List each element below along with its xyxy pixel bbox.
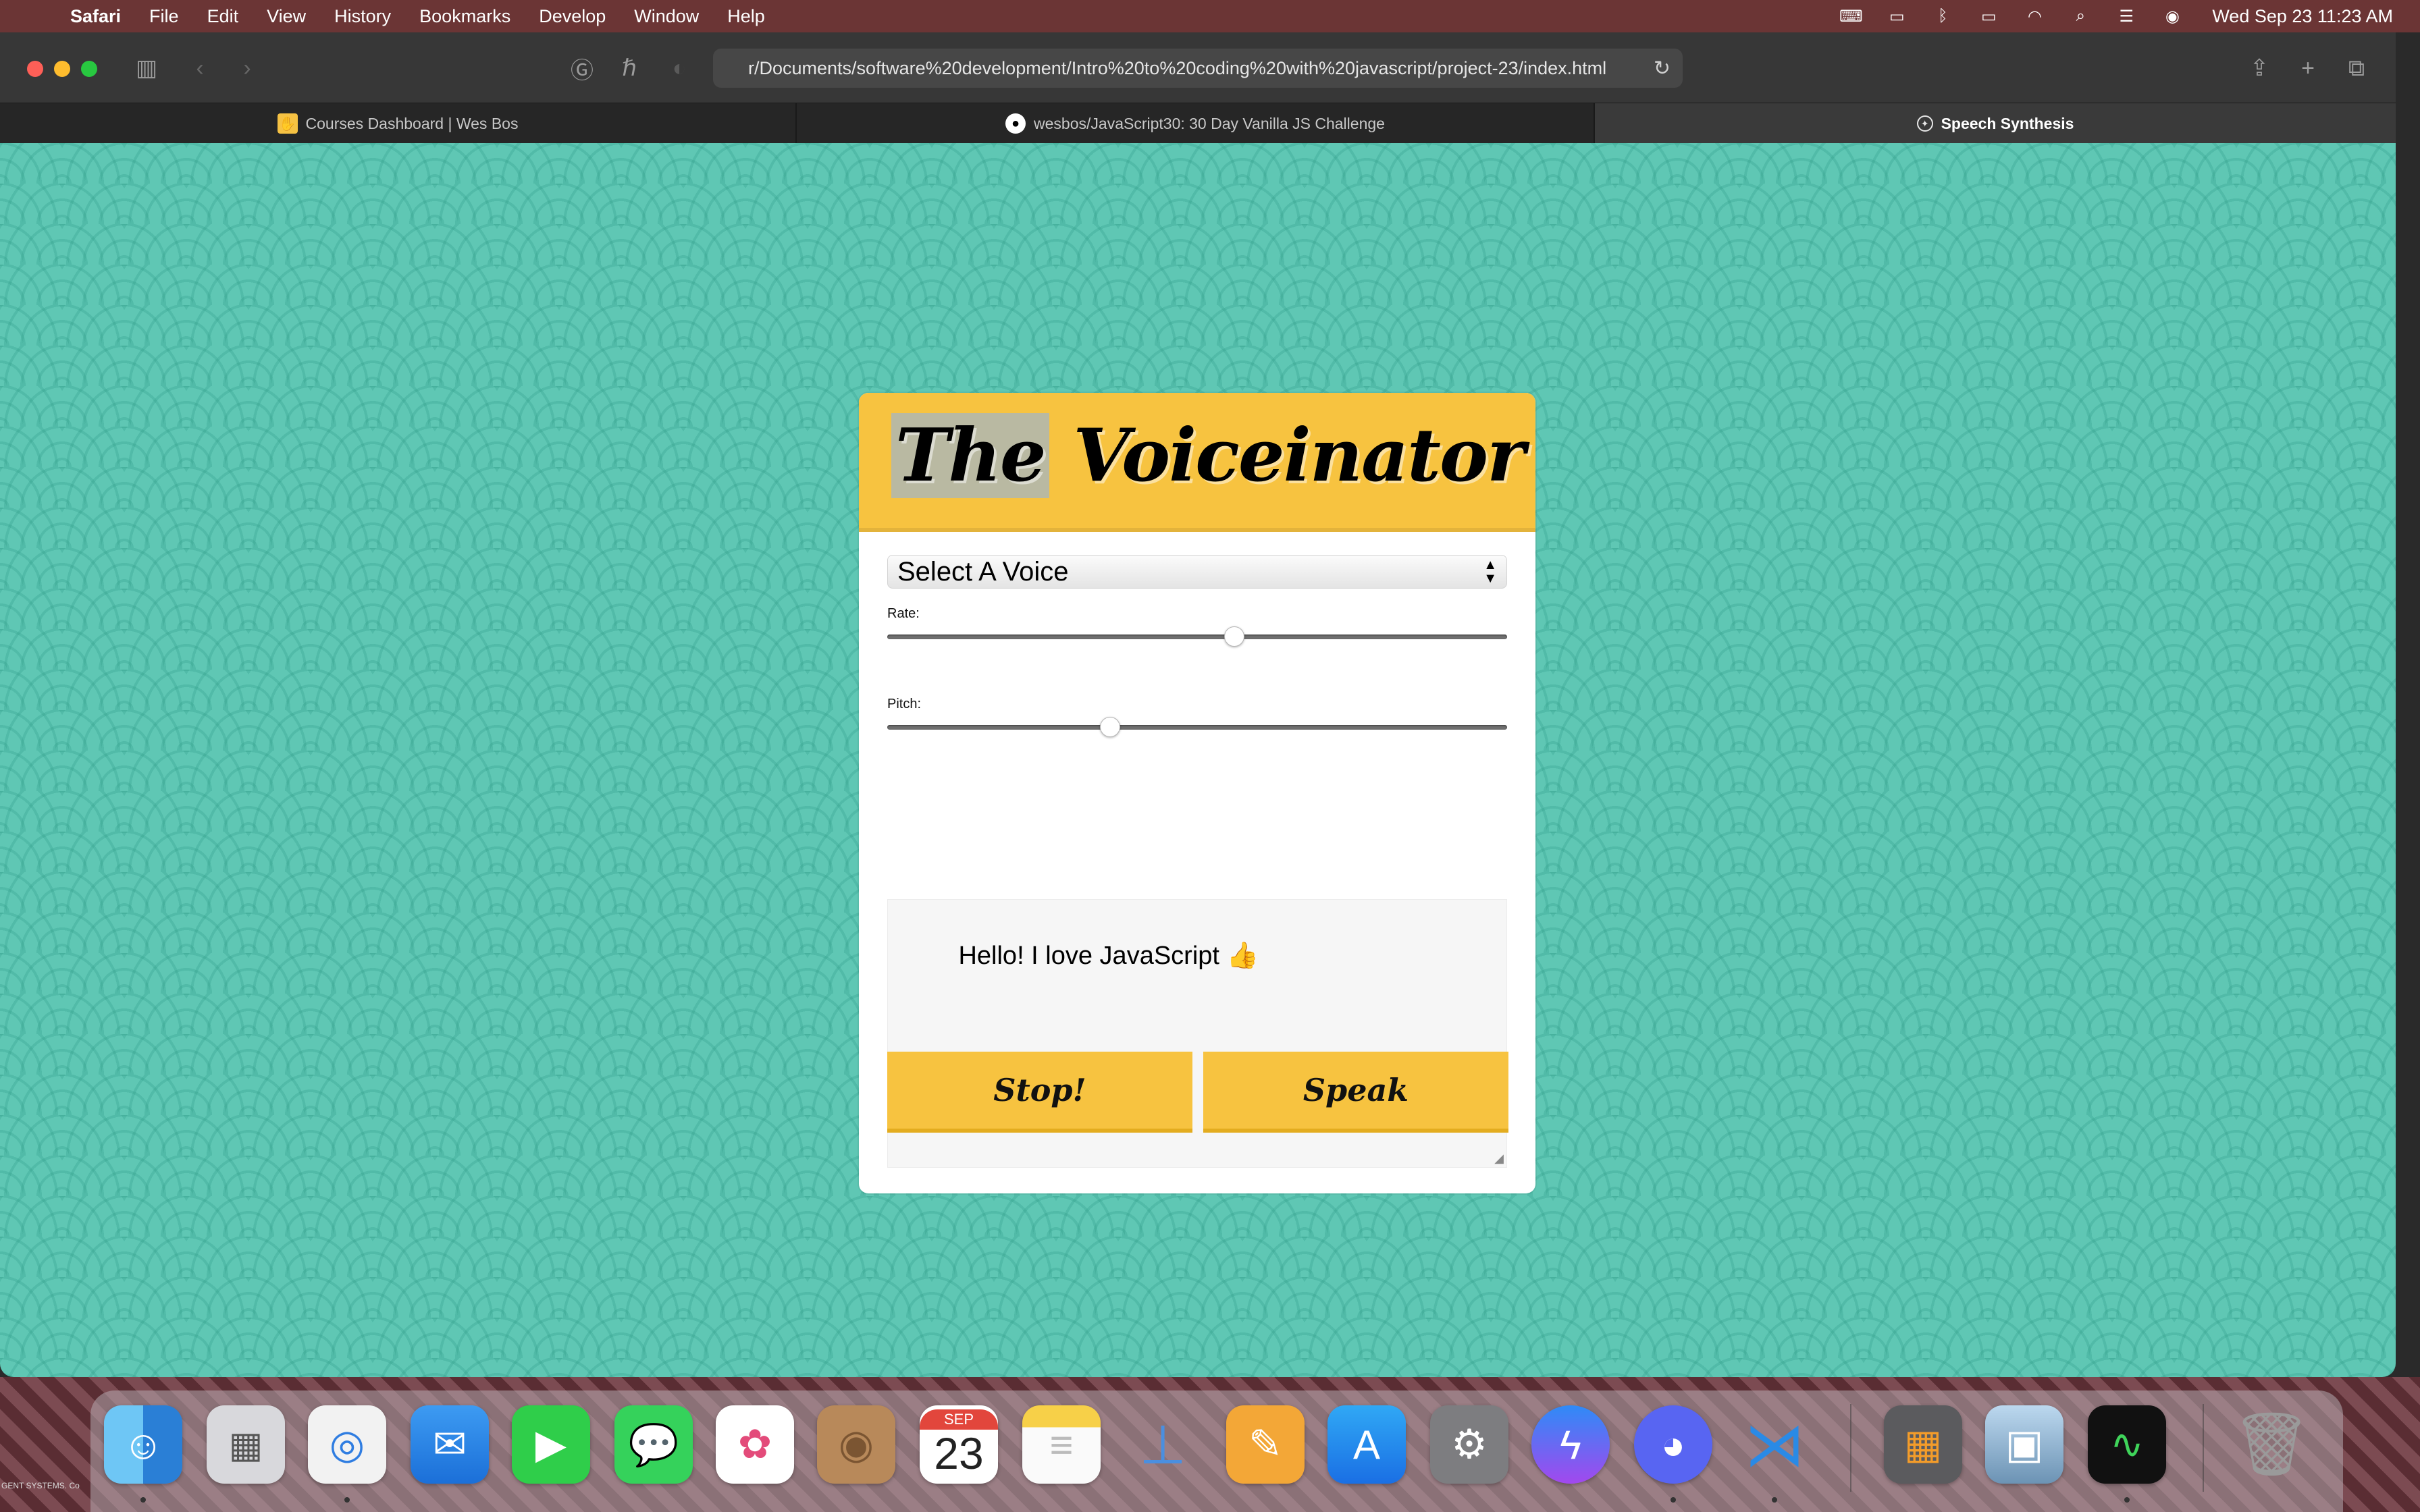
rate-label: Rate: xyxy=(887,606,920,621)
calendar-icon[interactable]: SEP 23 xyxy=(920,1405,998,1484)
menu-window[interactable]: Window xyxy=(634,6,699,27)
safari-icon[interactable]: ◎ xyxy=(308,1405,386,1484)
tab-overview-icon[interactable]: ⧉ xyxy=(2343,53,2370,84)
spotlight-search-icon[interactable]: ⌕ xyxy=(2069,7,2092,25)
tab-title: Courses Dashboard | Wes Bos xyxy=(305,114,519,132)
discord-icon[interactable]: ◕ xyxy=(1634,1405,1712,1484)
voiceinator-header: The Voiceinator 5000 xyxy=(859,393,1535,532)
back-icon[interactable]: ‹ xyxy=(188,53,212,84)
calculator-icon[interactable]: ▦ xyxy=(1884,1405,1962,1484)
activity-monitor-icon[interactable]: ∿ xyxy=(2088,1405,2166,1484)
pitch-slider-thumb[interactable] xyxy=(1100,717,1121,737)
launchpad-icon[interactable]: ▦ xyxy=(207,1405,285,1484)
menu-view[interactable]: View xyxy=(267,6,306,27)
pitch-slider-track xyxy=(887,725,1507,730)
rate-slider-track xyxy=(887,634,1507,639)
app-store-icon[interactable]: A xyxy=(1327,1405,1406,1484)
reload-icon[interactable]: ↻ xyxy=(1654,57,1671,80)
system-preferences-icon[interactable]: ⚙ xyxy=(1430,1405,1508,1484)
voice-select-value: Select A Voice xyxy=(897,556,1069,587)
browser-toolbar: ▥ ‹ › Ⓖ ℏ ◐ r/Documents/software%20devel… xyxy=(0,32,2396,103)
menu-help[interactable]: Help xyxy=(727,6,765,27)
running-indicator xyxy=(1671,1497,1676,1503)
title-rest: Voiceinator 5000 xyxy=(1073,413,1535,498)
dock-separator xyxy=(1850,1404,1851,1492)
menu-edit[interactable]: Edit xyxy=(207,6,239,27)
running-indicator xyxy=(140,1497,146,1503)
forward-icon[interactable]: › xyxy=(235,53,259,84)
pages-icon[interactable]: ✎ xyxy=(1226,1405,1305,1484)
menu-clock[interactable]: Wed Sep 23 11:23 AM xyxy=(2212,6,2393,27)
notes-icon[interactable]: ≡ xyxy=(1022,1405,1101,1484)
running-indicator xyxy=(2124,1497,2130,1503)
menu-app-name[interactable]: Safari xyxy=(70,6,121,27)
vscode-icon[interactable]: ⋊ xyxy=(1735,1405,1814,1484)
tab-title: Speech Synthesis xyxy=(1941,114,2074,132)
resize-grip-icon[interactable]: ◢ xyxy=(1494,1152,1504,1166)
close-window-button[interactable] xyxy=(27,61,43,77)
safari-window: ▥ ‹ › Ⓖ ℏ ◐ r/Documents/software%20devel… xyxy=(0,32,2396,1377)
rate-slider[interactable] xyxy=(887,622,1507,649)
speak-button[interactable]: Speak xyxy=(1203,1052,1508,1133)
address-bar[interactable]: r/Documents/software%20development/Intro… xyxy=(713,49,1683,88)
menu-history[interactable]: History xyxy=(334,6,391,27)
wifi-icon[interactable]: ◠ xyxy=(2023,7,2046,26)
pitch-label: Pitch: xyxy=(887,697,922,711)
tab-title: wesbos/JavaScript30: 30 Day Vanilla JS C… xyxy=(1034,114,1385,132)
siri-icon[interactable]: ◉ xyxy=(2161,7,2184,26)
sidebar-toggle-icon[interactable]: ▥ xyxy=(131,53,162,84)
tab-javascript30[interactable]: ● wesbos/JavaScript30: 30 Day Vanilla JS… xyxy=(797,103,1595,144)
github-icon: ● xyxy=(1005,113,1026,134)
contacts-icon[interactable]: ◉ xyxy=(817,1405,895,1484)
title-highlighted-word: The xyxy=(891,413,1049,498)
finder-icon[interactable]: ☺ xyxy=(104,1405,182,1484)
compass-icon: ✦ xyxy=(1916,115,1933,132)
grammarly-extension-icon[interactable]: Ⓖ xyxy=(569,53,596,84)
dock-separator xyxy=(2203,1404,2204,1492)
minimize-window-button[interactable] xyxy=(54,61,70,77)
wesbos-icon: ✋ xyxy=(277,113,298,134)
honey-extension-icon[interactable]: ℏ xyxy=(616,53,643,84)
fullscreen-window-button[interactable] xyxy=(81,61,97,77)
voice-select[interactable]: Select A Voice ▲ ▼ xyxy=(887,555,1507,589)
tab-courses-dashboard[interactable]: ✋ Courses Dashboard | Wes Bos xyxy=(0,103,797,144)
control-center-icon[interactable]: ☰ xyxy=(2115,7,2138,26)
battery-icon[interactable]: ▭ xyxy=(1977,7,2000,26)
pitch-slider[interactable] xyxy=(887,713,1507,740)
rate-slider-thumb[interactable] xyxy=(1224,626,1245,647)
menu-file[interactable]: File xyxy=(149,6,179,27)
select-arrows-icon: ▲ ▼ xyxy=(1483,558,1497,586)
page-title: The Voiceinator 5000 xyxy=(891,413,1535,498)
screen-mirroring-icon[interactable]: ▭ xyxy=(1885,7,1908,26)
trash-icon[interactable]: 🗑 xyxy=(2232,1405,2311,1484)
messages-icon[interactable]: 💬 xyxy=(614,1405,693,1484)
share-icon[interactable]: ⇪ xyxy=(2246,53,2273,84)
privacy-shield-icon[interactable]: ◐ xyxy=(667,53,691,84)
messenger-icon[interactable]: ϟ xyxy=(1531,1405,1610,1484)
speech-text: Hello! I love JavaScript 👍 xyxy=(958,942,1259,970)
tab-bar: ✋ Courses Dashboard | Wes Bos ● wesbos/J… xyxy=(0,103,2396,144)
running-indicator xyxy=(1772,1497,1777,1503)
keynote-icon[interactable]: ⊥ xyxy=(1124,1405,1202,1484)
preview-icon[interactable]: ▣ xyxy=(1985,1405,2063,1484)
wallpaper-text: GENT SYSTEMS. Co xyxy=(1,1481,80,1490)
menu-develop[interactable]: Develop xyxy=(539,6,606,27)
stop-button[interactable]: Stop! xyxy=(887,1052,1192,1133)
keyboard-icon[interactable]: ⌨ xyxy=(1839,7,1863,26)
photos-icon[interactable]: ✿ xyxy=(716,1405,794,1484)
calendar-day: 23 xyxy=(934,1428,984,1478)
menu-bookmarks[interactable]: Bookmarks xyxy=(419,6,510,27)
bluetooth-icon[interactable]: ᛒ xyxy=(1931,7,1954,25)
menu-bar: Safari File Edit View History Bookmarks … xyxy=(0,0,2420,32)
url-text: r/Documents/software%20development/Intro… xyxy=(748,57,1607,78)
mail-icon[interactable]: ✉ xyxy=(411,1405,489,1484)
calendar-month: SEP xyxy=(920,1409,998,1430)
tab-speech-synthesis[interactable]: ✦ Speech Synthesis xyxy=(1595,103,2396,144)
running-indicator xyxy=(344,1497,350,1503)
facetime-icon[interactable]: ▶ xyxy=(512,1405,590,1484)
new-tab-icon[interactable]: + xyxy=(2294,53,2321,84)
page-content: The Voiceinator 5000 Select A Voice ▲▼ R… xyxy=(0,143,2396,1377)
